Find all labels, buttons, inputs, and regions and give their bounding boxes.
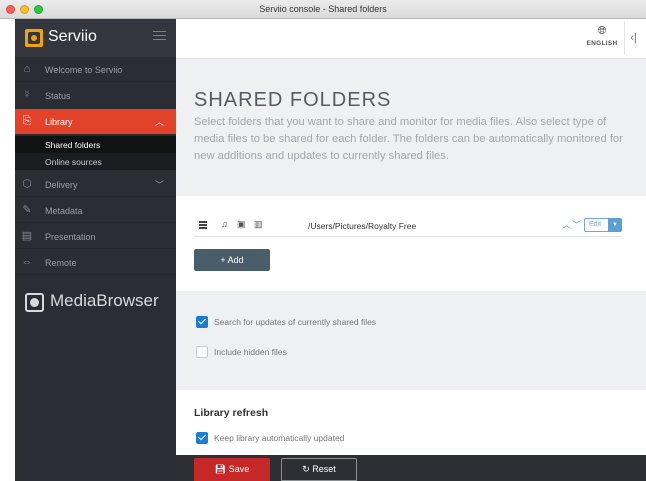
reset-button[interactable]: ↻ Reset	[281, 458, 357, 481]
app-window: Serviio console - Shared folders Serviio…	[0, 0, 646, 481]
library-refresh-panel: Library refresh Keep library automatical…	[176, 390, 646, 455]
presentation-icon: ▤	[21, 230, 33, 242]
language-selector[interactable]: 🌐︎ ENGLISH	[584, 25, 620, 47]
save-label: Save	[228, 464, 250, 474]
mediabrowser-logo-icon	[25, 293, 44, 312]
sidebar-item-status[interactable]: ☿ Status	[15, 83, 176, 108]
keep-updated-checkbox[interactable]	[196, 432, 208, 444]
delivery-icon: ⬡	[22, 178, 32, 190]
metadata-icon: ✎	[22, 204, 32, 216]
serviio-logo-icon	[25, 29, 43, 47]
sidebar-item-remote[interactable]: ⇔ Remote	[15, 250, 176, 275]
remote-icon: ⇔	[21, 256, 33, 268]
chevron-up-icon: ︿	[154, 117, 164, 127]
sidebar-item-label: Status	[45, 91, 71, 101]
sidebar-subitem-online-sources[interactable]: Online sources	[15, 153, 176, 170]
chevron-down-icon: ﹀	[154, 180, 164, 190]
page-title: SHARED FOLDERS	[194, 89, 392, 111]
image-icon[interactable]: ▣	[237, 219, 246, 230]
sidebar-item-library[interactable]: ⎘ Library ︿	[15, 109, 176, 134]
close-window-button[interactable]	[6, 5, 15, 14]
keep-updated-label: Keep library automatically updated	[214, 433, 345, 443]
action-footer: 💾︎ Save ↻ Reset	[176, 455, 646, 481]
folder-path: /Users/Pictures/Royalty Free	[308, 221, 417, 231]
save-button[interactable]: 💾︎ Save	[194, 458, 270, 481]
sidebar-subitem-label: Online sources	[45, 157, 102, 167]
sidebar: Serviio ⌂ Welcome to Serviio ☿ Status ⎘ …	[15, 19, 176, 481]
minimize-window-button[interactable]	[20, 5, 29, 14]
search-updates-label: Search for updates of currently shared f…	[214, 317, 377, 327]
sidebar-item-label: Presentation	[45, 232, 96, 242]
language-label: ENGLISH	[586, 40, 618, 47]
zoom-window-button[interactable]	[34, 5, 43, 14]
page-description: Select folders that you want to share an…	[194, 116, 623, 162]
title-bar: Serviio console - Shared folders	[0, 0, 646, 19]
include-hidden-checkbox[interactable]	[196, 346, 208, 358]
caret-down-icon[interactable]: ▼	[608, 218, 622, 232]
collapse-panel-icon[interactable]: ‹|	[624, 21, 642, 55]
sidebar-item-metadata[interactable]: ✎ Metadata	[15, 198, 176, 223]
main-content: 🌐︎ ENGLISH ‹| SHARED FOLDERS Select fold…	[176, 19, 646, 481]
reset-icon: ↻	[302, 464, 310, 474]
home-icon: ⌂	[23, 63, 31, 75]
sidebar-item-label: Library	[45, 117, 73, 127]
drag-handle-icon[interactable]	[199, 221, 207, 229]
sidebar-item-label: Metadata	[45, 206, 83, 216]
save-icon: 💾︎	[214, 464, 227, 474]
reset-label: Reset	[312, 464, 336, 474]
sidebar-item-delivery[interactable]: ⬡ Delivery ﹀	[15, 172, 176, 197]
search-updates-checkbox[interactable]	[196, 316, 208, 328]
library-icon: ⎘	[22, 115, 32, 127]
edit-label: Edit	[589, 221, 602, 228]
globe-icon: 🌐︎	[597, 25, 607, 37]
sidebar-subitem-label: Shared folders	[45, 140, 101, 150]
include-hidden-label: Include hidden files	[214, 347, 287, 357]
sidebar-item-label: Remote	[45, 258, 77, 268]
sidebar-item-presentation[interactable]: ▤ Presentation	[15, 224, 176, 249]
mediabrowser-name: MediaBrowser	[50, 291, 159, 310]
shared-folders-panel: ♫ ▣ ▥ /Users/Pictures/Royalty Free ︿﹀ Ed…	[176, 196, 646, 291]
window-title: Serviio console - Shared folders	[259, 4, 387, 14]
edit-folder-button[interactable]: Edit ▼	[584, 218, 622, 232]
music-icon[interactable]: ♫	[221, 219, 228, 229]
top-bar: 🌐︎ ENGLISH ‹|	[176, 19, 646, 59]
sidebar-item-welcome[interactable]: ⌂ Welcome to Serviio	[15, 57, 176, 82]
video-icon[interactable]: ▥	[254, 219, 263, 230]
sidebar-item-label: Delivery	[45, 180, 78, 190]
library-refresh-heading: Library refresh	[194, 407, 269, 419]
reorder-arrows-icon[interactable]: ︿﹀	[562, 218, 582, 231]
sidebar-item-label: Welcome to Serviio	[45, 65, 123, 75]
brand-name: Serviio	[48, 28, 97, 45]
add-folder-button[interactable]: + Add	[194, 249, 270, 271]
brand-header: Serviio	[15, 19, 176, 57]
hamburger-menu-icon[interactable]	[153, 31, 166, 41]
sidebar-subitem-shared-folders[interactable]: Shared folders	[15, 136, 176, 153]
folder-row: ♫ ▣ ▥ /Users/Pictures/Royalty Free ︿﹀ Ed…	[194, 215, 622, 237]
status-icon: ☿	[22, 89, 32, 101]
